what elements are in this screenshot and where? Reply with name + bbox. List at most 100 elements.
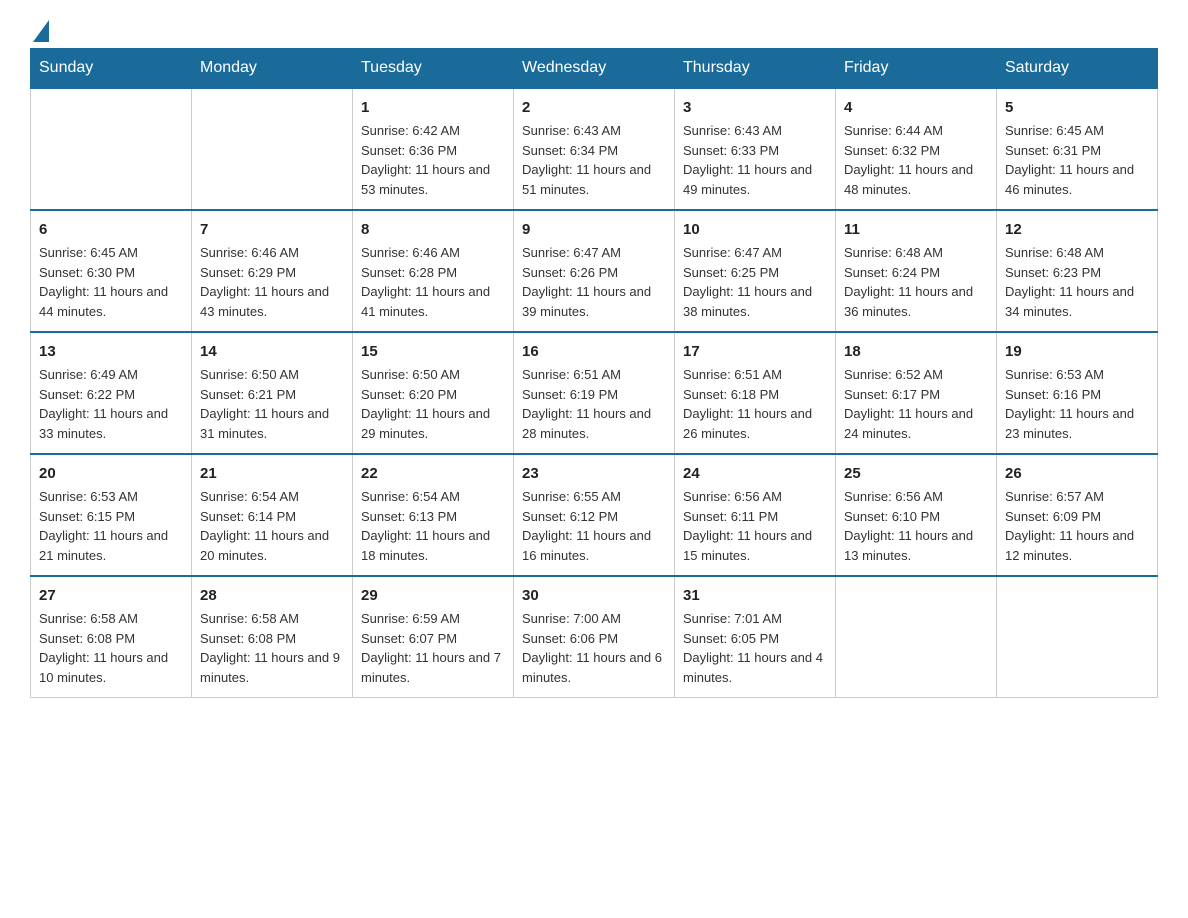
- day-number: 25: [844, 463, 988, 484]
- day-number: 27: [39, 585, 183, 606]
- day-info: Sunrise: 6:51 AMSunset: 6:18 PMDaylight:…: [683, 365, 827, 443]
- day-info: Sunrise: 6:50 AMSunset: 6:21 PMDaylight:…: [200, 365, 344, 443]
- calendar-week-row: 13Sunrise: 6:49 AMSunset: 6:22 PMDayligh…: [31, 332, 1158, 454]
- table-row: [997, 576, 1158, 698]
- day-number: 19: [1005, 341, 1149, 362]
- col-sunday: Sunday: [31, 49, 192, 89]
- day-number: 8: [361, 219, 505, 240]
- day-number: 3: [683, 97, 827, 118]
- day-number: 30: [522, 585, 666, 606]
- day-number: 26: [1005, 463, 1149, 484]
- col-saturday: Saturday: [997, 49, 1158, 89]
- day-number: 9: [522, 219, 666, 240]
- col-monday: Monday: [192, 49, 353, 89]
- table-row: [192, 88, 353, 210]
- table-row: 22 Sunrise: 6:54 AMSunset: 6:13 PMDayligh…: [353, 454, 514, 576]
- table-row: 16 Sunrise: 6:51 AMSunset: 6:19 PMDayligh…: [514, 332, 675, 454]
- day-info: Sunrise: 6:54 AMSunset: 6:13 PMDaylight:…: [361, 487, 505, 565]
- table-row: 18Sunrise: 6:52 AMSunset: 6:17 PMDayligh…: [836, 332, 997, 454]
- table-row: 31Sunrise: 7:01 AMSunset: 6:05 PMDayligh…: [675, 576, 836, 698]
- table-row: 28 Sunrise: 6:58 AMSunset: 6:08 PMDayligh…: [192, 576, 353, 698]
- day-number: 5: [1005, 97, 1149, 118]
- table-row: 23Sunrise: 6:55 AMSunset: 6:12 PMDayligh…: [514, 454, 675, 576]
- day-info: Sunrise: 6:56 AMSunset: 6:10 PMDaylight:…: [844, 487, 988, 565]
- day-number: 6: [39, 219, 183, 240]
- day-info: Sunrise: 6:52 AMSunset: 6:17 PMDaylight:…: [844, 365, 988, 443]
- day-number: 14: [200, 341, 344, 362]
- calendar-header-row: Sunday Monday Tuesday Wednesday Thursday…: [31, 49, 1158, 89]
- day-number: 21: [200, 463, 344, 484]
- day-number: 28: [200, 585, 344, 606]
- col-friday: Friday: [836, 49, 997, 89]
- table-row: 15 Sunrise: 6:50 AMSunset: 6:20 PMDayligh…: [353, 332, 514, 454]
- table-row: 7 Sunrise: 6:46 AMSunset: 6:29 PMDaylight…: [192, 210, 353, 332]
- day-info: Sunrise: 6:44 AMSunset: 6:32 PMDaylight:…: [844, 121, 988, 199]
- col-thursday: Thursday: [675, 49, 836, 89]
- table-row: 6 Sunrise: 6:45 AMSunset: 6:30 PMDaylight…: [31, 210, 192, 332]
- table-row: 3 Sunrise: 6:43 AMSunset: 6:33 PMDaylight…: [675, 88, 836, 210]
- day-info: Sunrise: 6:58 AMSunset: 6:08 PMDaylight:…: [200, 609, 344, 687]
- day-info: Sunrise: 6:54 AMSunset: 6:14 PMDaylight:…: [200, 487, 344, 565]
- day-info: Sunrise: 6:58 AMSunset: 6:08 PMDaylight:…: [39, 609, 183, 687]
- table-row: [31, 88, 192, 210]
- day-info: Sunrise: 6:47 AMSunset: 6:25 PMDaylight:…: [683, 243, 827, 321]
- table-row: 27 Sunrise: 6:58 AMSunset: 6:08 PMDayligh…: [31, 576, 192, 698]
- table-row: 30 Sunrise: 7:00 AMSunset: 6:06 PMDayligh…: [514, 576, 675, 698]
- day-number: 20: [39, 463, 183, 484]
- table-row: 5 Sunrise: 6:45 AMSunset: 6:31 PMDaylight…: [997, 88, 1158, 210]
- day-number: 4: [844, 97, 988, 118]
- page-header: [30, 20, 1158, 38]
- day-info: Sunrise: 6:55 AMSunset: 6:12 PMDaylight:…: [522, 487, 666, 565]
- day-info: Sunrise: 6:46 AMSunset: 6:29 PMDaylight:…: [200, 243, 344, 321]
- day-info: Sunrise: 6:51 AMSunset: 6:19 PMDaylight:…: [522, 365, 666, 443]
- day-info: Sunrise: 6:56 AMSunset: 6:11 PMDaylight:…: [683, 487, 827, 565]
- col-tuesday: Tuesday: [353, 49, 514, 89]
- day-info: Sunrise: 6:49 AMSunset: 6:22 PMDaylight:…: [39, 365, 183, 443]
- calendar-week-row: 1 Sunrise: 6:42 AMSunset: 6:36 PMDaylight…: [31, 88, 1158, 210]
- day-info: Sunrise: 6:50 AMSunset: 6:20 PMDaylight:…: [361, 365, 505, 443]
- calendar-week-row: 6 Sunrise: 6:45 AMSunset: 6:30 PMDaylight…: [31, 210, 1158, 332]
- col-wednesday: Wednesday: [514, 49, 675, 89]
- day-number: 11: [844, 219, 988, 240]
- day-info: Sunrise: 6:45 AMSunset: 6:30 PMDaylight:…: [39, 243, 183, 321]
- day-number: 29: [361, 585, 505, 606]
- day-number: 24: [683, 463, 827, 484]
- day-info: Sunrise: 6:43 AMSunset: 6:34 PMDaylight:…: [522, 121, 666, 199]
- day-info: Sunrise: 7:00 AMSunset: 6:06 PMDaylight:…: [522, 609, 666, 687]
- table-row: 4 Sunrise: 6:44 AMSunset: 6:32 PMDaylight…: [836, 88, 997, 210]
- day-info: Sunrise: 6:42 AMSunset: 6:36 PMDaylight:…: [361, 121, 505, 199]
- table-row: 17 Sunrise: 6:51 AMSunset: 6:18 PMDayligh…: [675, 332, 836, 454]
- calendar-table: Sunday Monday Tuesday Wednesday Thursday…: [30, 48, 1158, 698]
- day-number: 7: [200, 219, 344, 240]
- day-info: Sunrise: 6:45 AMSunset: 6:31 PMDaylight:…: [1005, 121, 1149, 199]
- day-info: Sunrise: 6:43 AMSunset: 6:33 PMDaylight:…: [683, 121, 827, 199]
- day-number: 12: [1005, 219, 1149, 240]
- day-number: 17: [683, 341, 827, 362]
- day-info: Sunrise: 6:48 AMSunset: 6:23 PMDaylight:…: [1005, 243, 1149, 321]
- day-info: Sunrise: 6:48 AMSunset: 6:24 PMDaylight:…: [844, 243, 988, 321]
- table-row: 14 Sunrise: 6:50 AMSunset: 6:21 PMDayligh…: [192, 332, 353, 454]
- table-row: 12 Sunrise: 6:48 AMSunset: 6:23 PMDayligh…: [997, 210, 1158, 332]
- table-row: 13Sunrise: 6:49 AMSunset: 6:22 PMDayligh…: [31, 332, 192, 454]
- day-number: 15: [361, 341, 505, 362]
- table-row: 9 Sunrise: 6:47 AMSunset: 6:26 PMDaylight…: [514, 210, 675, 332]
- day-info: Sunrise: 6:57 AMSunset: 6:09 PMDaylight:…: [1005, 487, 1149, 565]
- day-number: 1: [361, 97, 505, 118]
- day-info: Sunrise: 6:46 AMSunset: 6:28 PMDaylight:…: [361, 243, 505, 321]
- day-number: 2: [522, 97, 666, 118]
- table-row: 25 Sunrise: 6:56 AMSunset: 6:10 PMDayligh…: [836, 454, 997, 576]
- day-info: Sunrise: 7:01 AMSunset: 6:05 PMDaylight:…: [683, 609, 827, 687]
- table-row: 20 Sunrise: 6:53 AMSunset: 6:15 PMDayligh…: [31, 454, 192, 576]
- logo: [30, 20, 49, 38]
- table-row: 24 Sunrise: 6:56 AMSunset: 6:11 PMDayligh…: [675, 454, 836, 576]
- day-number: 16: [522, 341, 666, 362]
- table-row: 26 Sunrise: 6:57 AMSunset: 6:09 PMDayligh…: [997, 454, 1158, 576]
- table-row: 10Sunrise: 6:47 AMSunset: 6:25 PMDayligh…: [675, 210, 836, 332]
- day-info: Sunrise: 6:47 AMSunset: 6:26 PMDaylight:…: [522, 243, 666, 321]
- table-row: 21 Sunrise: 6:54 AMSunset: 6:14 PMDayligh…: [192, 454, 353, 576]
- table-row: 29Sunrise: 6:59 AMSunset: 6:07 PMDayligh…: [353, 576, 514, 698]
- table-row: 1 Sunrise: 6:42 AMSunset: 6:36 PMDaylight…: [353, 88, 514, 210]
- day-number: 22: [361, 463, 505, 484]
- day-info: Sunrise: 6:53 AMSunset: 6:15 PMDaylight:…: [39, 487, 183, 565]
- calendar-week-row: 27 Sunrise: 6:58 AMSunset: 6:08 PMDayligh…: [31, 576, 1158, 698]
